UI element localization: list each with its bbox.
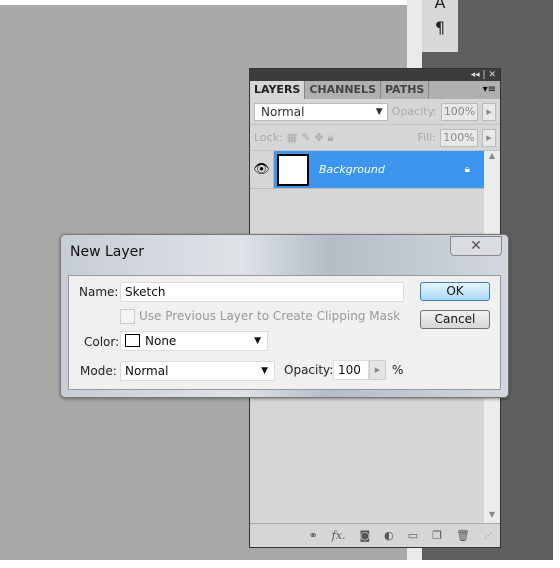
link-layers-icon[interactable]: ⚭: [308, 529, 317, 542]
chevron-down-icon: ▼: [254, 336, 261, 346]
tab-paths[interactable]: PATHS: [381, 81, 430, 99]
fill-label: Fill:: [417, 131, 436, 144]
layer-thumbnail: [277, 153, 309, 186]
trash-icon[interactable]: 🗑︎: [456, 529, 470, 542]
eye-icon[interactable]: 👁︎: [250, 151, 274, 188]
color-swatch: [125, 334, 140, 347]
chevron-down-icon: ▼: [261, 366, 268, 376]
layer-selected[interactable]: Background 🔒︎: [274, 151, 484, 188]
fill-input[interactable]: 100%: [440, 128, 478, 147]
cancel-button[interactable]: Cancel: [420, 310, 490, 329]
scroll-down-icon[interactable]: ▼: [484, 510, 500, 519]
resize-grip-icon[interactable]: ⋰: [484, 531, 492, 540]
panel-controls[interactable]: ◂◂ | ✕: [250, 69, 500, 81]
blend-mode-value: Normal: [261, 104, 305, 119]
clipping-mask-label: Use Previous Layer to Create Clipping Ma…: [139, 309, 401, 323]
color-label: Color:: [84, 335, 120, 349]
mode-select[interactable]: Normal ▼: [120, 361, 275, 381]
scroll-up-icon[interactable]: ▲: [484, 151, 500, 160]
lock-move-icon[interactable]: ✥: [314, 131, 323, 144]
tab-layers[interactable]: LAYERS: [250, 81, 306, 99]
tool-panel: A ¶: [422, 0, 458, 52]
fill-slider-button[interactable]: ▶: [482, 128, 496, 147]
lock-label: Lock:: [254, 131, 283, 144]
clipping-mask-checkbox[interactable]: [120, 309, 135, 324]
opacity-slider-button[interactable]: ▶: [369, 360, 386, 380]
blend-mode-select[interactable]: Normal ▼: [254, 102, 388, 121]
layer-mask-icon[interactable]: ◙: [359, 529, 370, 542]
opacity-label: Opacity:: [391, 105, 437, 118]
new-group-icon[interactable]: ▭: [408, 529, 418, 542]
opacity-label: Opacity:: [284, 363, 334, 377]
name-label: Name:: [79, 285, 119, 299]
opacity-input[interactable]: 100: [333, 360, 369, 380]
close-button[interactable]: ✕: [450, 236, 502, 256]
new-layer-icon[interactable]: ❐: [432, 529, 442, 542]
paragraph-icon[interactable]: ¶: [422, 18, 458, 37]
lock-transparent-icon[interactable]: ▦: [287, 131, 297, 144]
adjustment-layer-icon[interactable]: ◐: [384, 529, 394, 542]
mode-value: Normal: [125, 364, 169, 378]
opacity-input[interactable]: 100%: [440, 102, 479, 121]
lock-all-icon[interactable]: 🔒︎: [328, 131, 334, 145]
dialog-title: New Layer: [70, 244, 145, 260]
percent-label: %: [392, 363, 404, 377]
color-select[interactable]: None ▼: [120, 331, 268, 351]
name-input[interactable]: Sketch: [120, 282, 404, 302]
lock-icon: 🔒︎: [464, 164, 470, 175]
chevron-down-icon: ▼: [375, 106, 383, 117]
fx-icon[interactable]: fx.: [332, 529, 346, 542]
layer-name: Background: [319, 163, 385, 176]
mode-label: Mode:: [80, 364, 117, 378]
character-icon[interactable]: A: [422, 0, 458, 11]
new-layer-dialog: New Layer ✕ Name: Sketch Use Previous La…: [60, 234, 509, 398]
opacity-slider-button[interactable]: ▶: [482, 102, 496, 121]
ok-button[interactable]: OK: [420, 282, 490, 301]
tab-channels[interactable]: CHANNELS: [305, 81, 381, 99]
panel-menu-icon[interactable]: ▾≡: [483, 81, 496, 99]
color-value: None: [145, 334, 177, 348]
lock-brush-icon[interactable]: ✎: [301, 131, 310, 144]
layer-row[interactable]: 👁︎ Background 🔒︎: [250, 151, 484, 189]
